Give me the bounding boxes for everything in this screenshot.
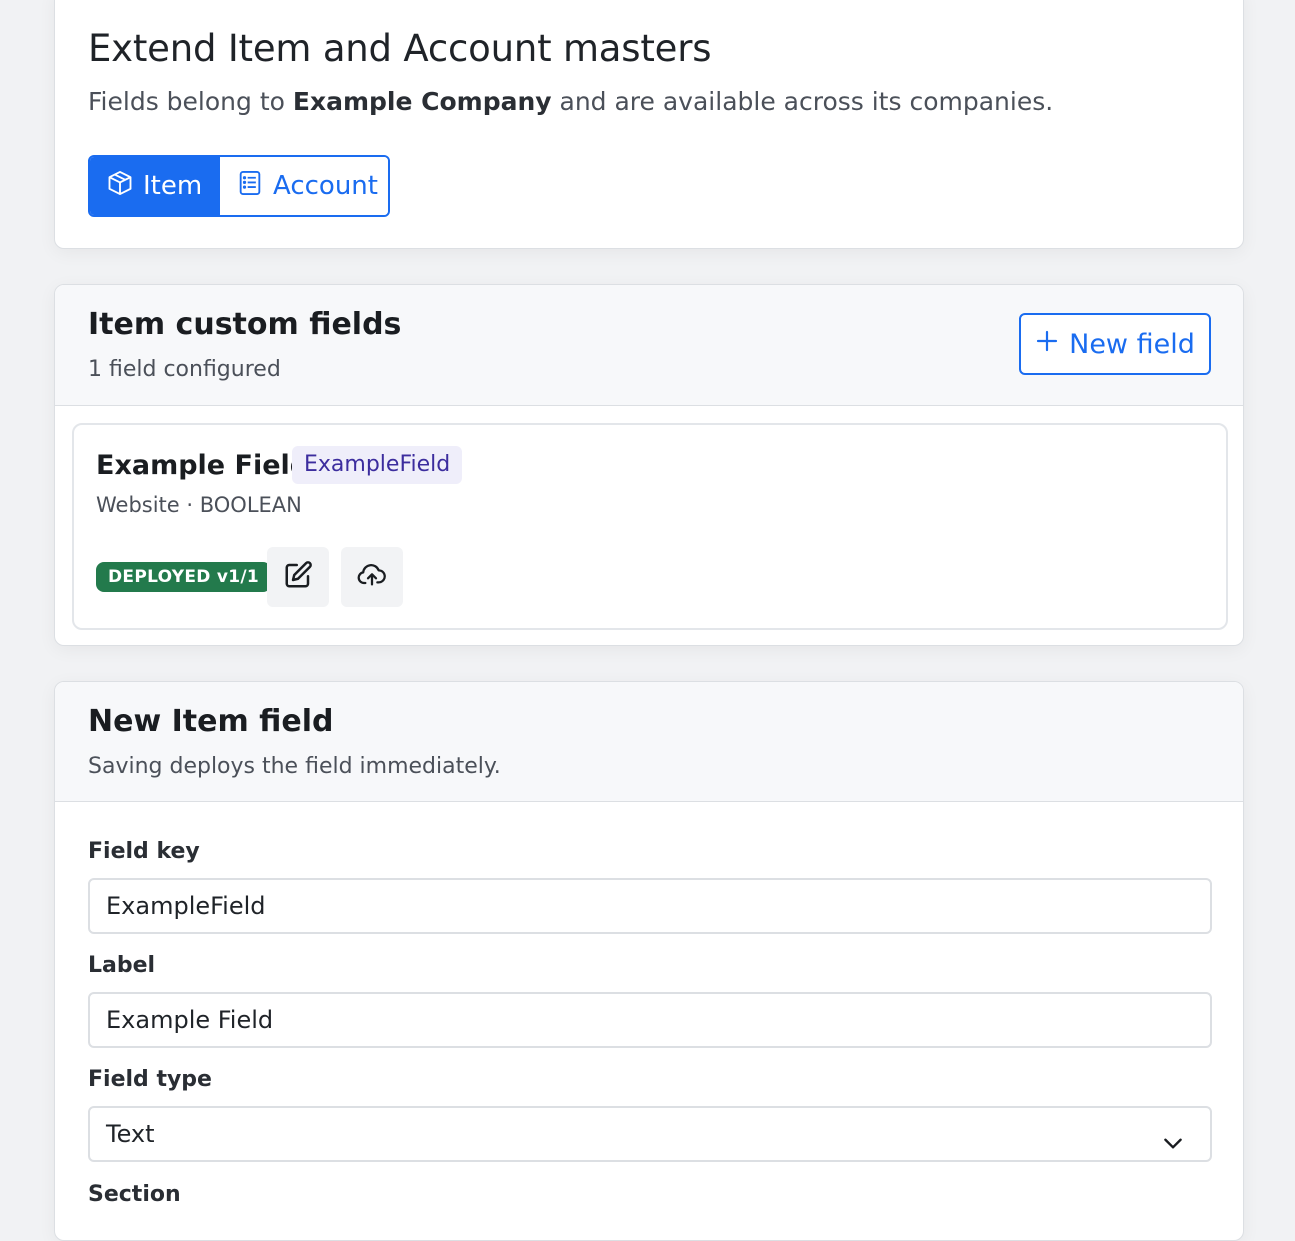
field-key-label: Field key (88, 839, 200, 864)
subtitle-suffix: and are available across its companies. (551, 87, 1054, 116)
tab-item[interactable]: Item (90, 157, 218, 215)
custom-fields-card: Item custom fields 1 field configured Ne… (54, 284, 1244, 646)
page-subtitle: Fields belong to Example Company and are… (88, 87, 1053, 116)
form-subtitle: Saving deploys the field immediately. (88, 754, 501, 779)
list-item: Example Field ExampleField Website · BOO… (72, 423, 1228, 630)
list-icon (236, 169, 264, 204)
field-key-chip: ExampleField (292, 446, 463, 484)
cube-icon (106, 169, 134, 204)
cloud-upload-icon (356, 559, 388, 595)
section-label: Section (88, 1182, 181, 1207)
page-title: Extend Item and Account masters (88, 27, 712, 70)
tab-account-label: Account (273, 171, 378, 201)
extend-masters-card: Extend Item and Account masters Fields b… (54, 0, 1244, 249)
deploy-button[interactable] (341, 547, 403, 607)
status-badge: DEPLOYED v1/1 (96, 562, 272, 592)
chevron-down-icon (1160, 1122, 1186, 1174)
field-meta: Website · BOOLEAN (96, 493, 302, 517)
field-type-label: Field type (88, 1067, 212, 1092)
edit-button[interactable] (267, 547, 329, 607)
field-key-input[interactable]: ExampleField (88, 878, 1212, 934)
field-count: 1 field configured (88, 357, 281, 382)
edit-icon (283, 560, 313, 594)
field-type-select[interactable]: Text (88, 1106, 1212, 1162)
section-title: Item custom fields (88, 307, 402, 342)
tab-account[interactable]: Account (218, 157, 388, 215)
tab-item-label: Item (143, 171, 203, 201)
subtitle-prefix: Fields belong to (88, 87, 293, 116)
new-field-card: New Item field Saving deploys the field … (54, 681, 1244, 1241)
company-name: Example Company (292, 87, 552, 116)
master-type-toggle: Item Account (88, 155, 390, 217)
field-name: Example Field (96, 450, 310, 481)
new-field-label: New field (1069, 328, 1195, 360)
form-title: New Item field (88, 704, 334, 739)
label-input[interactable]: Example Field (88, 992, 1212, 1048)
plus-icon (1035, 329, 1059, 360)
label-label: Label (88, 953, 156, 978)
new-field-header: New Item field Saving deploys the field … (55, 682, 1243, 802)
field-type-value: Text (106, 1120, 155, 1148)
custom-fields-header: Item custom fields 1 field configured Ne… (55, 285, 1243, 406)
new-field-button[interactable]: New field (1019, 313, 1211, 375)
